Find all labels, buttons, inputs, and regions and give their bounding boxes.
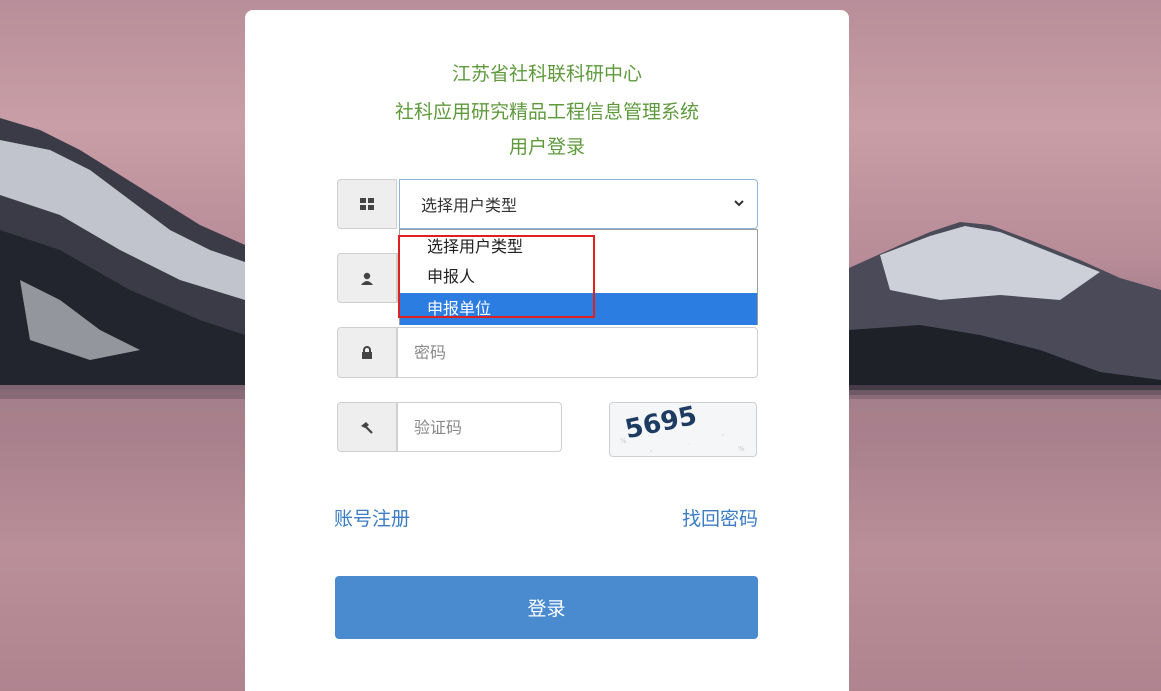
hammer-icon [337,402,397,452]
annotation-highlight-box [398,235,595,318]
svg-text:%: % [738,445,745,453]
captcha-text: 5695 [623,403,700,445]
svg-text:,: , [650,445,652,453]
page-title: 用户登录 [508,136,585,158]
captcha-image[interactable]: %, · '%. 5695 [609,402,757,457]
captcha-input[interactable] [397,402,562,452]
grid-icon [337,179,397,229]
lock-icon [337,327,397,378]
org-title: 江苏省社科联科研中心 [451,63,642,85]
system-title: 社科应用研究精品工程信息管理系统 [394,101,699,123]
svg-text:·: · [688,441,690,449]
svg-text:': ' [722,433,724,441]
chevron-down-icon [734,200,744,207]
login-button[interactable]: 登录 [335,576,758,639]
user-icon [337,253,397,303]
user-type-select[interactable]: 选择用户类型 [399,179,758,229]
user-type-selected: 选择用户类型 [421,196,518,215]
forgot-password-link[interactable]: 找回密码 [682,504,758,531]
register-link[interactable]: 账号注册 [334,504,410,531]
password-input[interactable] [397,327,758,378]
svg-text:%: % [620,437,627,445]
